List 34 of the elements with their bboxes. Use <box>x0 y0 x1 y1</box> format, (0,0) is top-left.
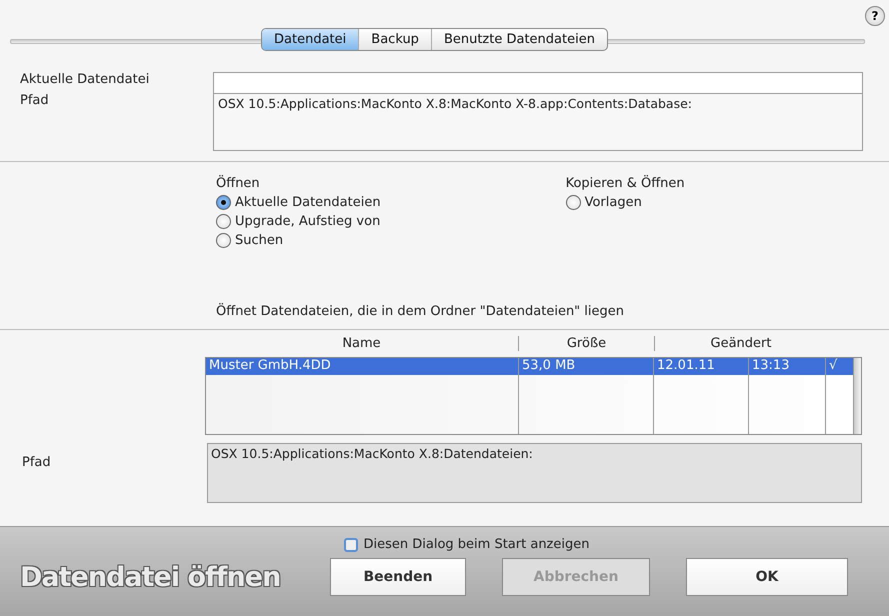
dialog-title: Datendatei öffnen <box>20 562 282 592</box>
tab[interactable]: Backup <box>359 29 432 50</box>
startup-checkbox[interactable]: Diesen Dialog beim Start anzeigen <box>344 537 590 552</box>
dialog-button[interactable]: Beenden <box>330 558 466 596</box>
radio-button[interactable] <box>216 214 231 229</box>
table-cell[interactable]: √ <box>826 358 853 375</box>
column-header[interactable]: Name <box>205 336 518 351</box>
radio-label: Aktuelle Datendateien <box>235 195 381 210</box>
group-label: Öffnen <box>216 176 261 191</box>
table-cell[interactable]: 53,0 MB <box>519 358 653 375</box>
scrollbar[interactable] <box>854 358 861 434</box>
input-field[interactable] <box>213 72 863 94</box>
field-label: Pfad <box>20 93 50 108</box>
group-label: Kopieren & Öffnen <box>566 176 685 191</box>
description-text: Öffnet Datendateien, die in dem Ordner "Datendateien" liegen <box>216 304 624 319</box>
field-label: Pfad <box>21 454 52 470</box>
radio-label: Upgrade, Aufstieg von <box>235 214 380 229</box>
help-button[interactable]: ? <box>865 6 885 26</box>
column-header[interactable]: Größe <box>518 336 654 351</box>
dialog-button[interactable]: OK <box>686 558 848 596</box>
radio-button[interactable] <box>566 195 581 210</box>
path-field: OSX 10.5:Applications:MacKonto X.8:MacKonto X-8.app:Contents:Database: <box>213 94 863 151</box>
tab[interactable]: Datendatei <box>262 29 360 50</box>
field-label: Aktuelle Datendatei <box>20 72 150 87</box>
table-cell[interactable]: Muster GmbH.4DD <box>206 358 518 375</box>
path-field: OSX 10.5:Applications:MacKonto X.8:Datendateien: <box>207 443 862 503</box>
radio-button[interactable] <box>216 195 231 210</box>
tab[interactable]: Benutzte Datendateien <box>432 29 607 50</box>
column-header[interactable]: Geändert <box>654 336 827 351</box>
table-cell[interactable]: 12.01.11 <box>654 358 748 375</box>
radio-label: Suchen <box>235 233 284 248</box>
table-cell[interactable]: 13:13 <box>749 358 825 375</box>
radio-button[interactable] <box>216 233 231 248</box>
radio-label: Vorlagen <box>584 195 642 210</box>
